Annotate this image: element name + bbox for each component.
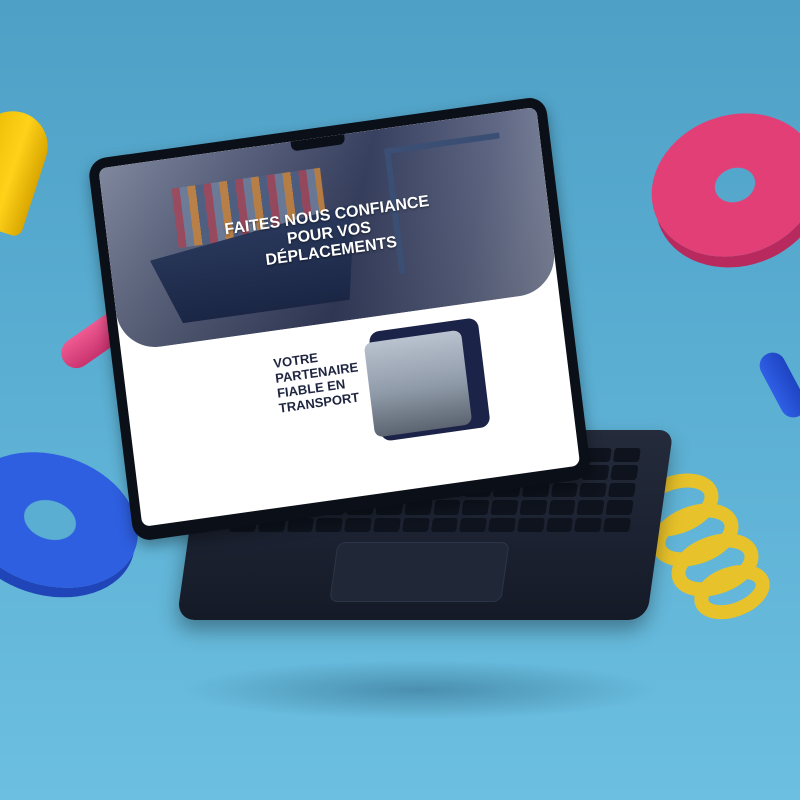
laptop-lid: FAITES NOUS CONFIANCE POUR VOS DÉPLACEME…	[87, 95, 592, 543]
truck-road-photo	[363, 329, 473, 438]
about-heading: VOTRE PARTENAIRE FIABLE EN TRANSPORT	[272, 349, 360, 416]
laptop-screen: FAITES NOUS CONFIANCE POUR VOS DÉPLACEME…	[98, 107, 581, 527]
about-paragraph	[282, 418, 371, 431]
trackpad	[329, 542, 510, 602]
laptop: FAITES NOUS CONFIANCE POUR VOS DÉPLACEME…	[0, 0, 800, 800]
site-nav	[500, 125, 524, 128]
